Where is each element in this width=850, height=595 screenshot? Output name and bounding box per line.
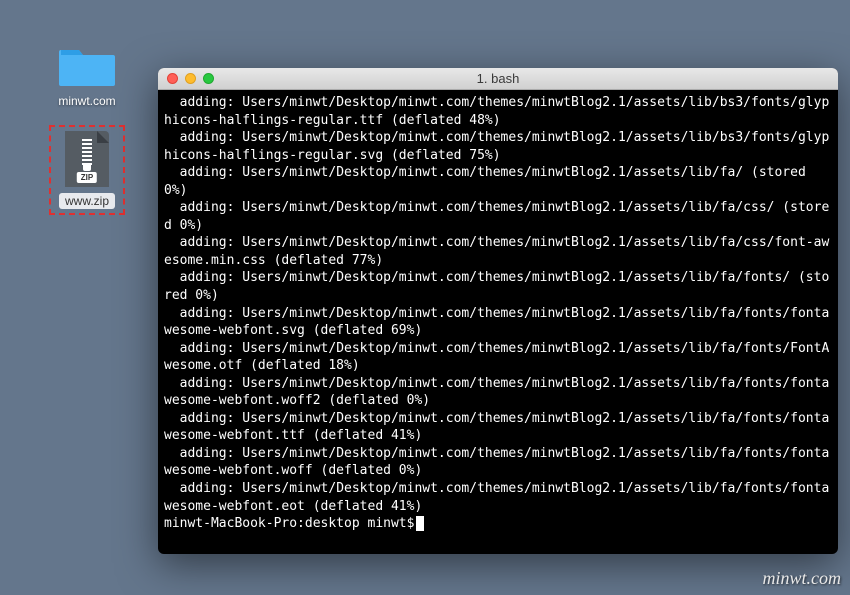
terminal-line: adding: Users/minwt/Desktop/minwt.com/th… — [164, 94, 832, 129]
terminal-output[interactable]: adding: Users/minwt/Desktop/minwt.com/th… — [158, 90, 838, 554]
zip-icon: ZIP — [65, 131, 109, 187]
terminal-line: adding: Users/minwt/Desktop/minwt.com/th… — [164, 410, 832, 445]
desktop-zip-file[interactable]: ZIP www.zip — [47, 125, 127, 215]
terminal-line: adding: Users/minwt/Desktop/minwt.com/th… — [164, 164, 832, 199]
highlight-annotation: ZIP www.zip — [49, 125, 125, 215]
terminal-line: adding: Users/minwt/Desktop/minwt.com/th… — [164, 375, 832, 410]
terminal-line: adding: Users/minwt/Desktop/minwt.com/th… — [164, 340, 832, 375]
folder-icon — [59, 42, 115, 88]
terminal-window[interactable]: 1. bash adding: Users/minwt/Desktop/minw… — [158, 68, 838, 554]
window-title: 1. bash — [158, 71, 838, 86]
zip-badge: ZIP — [77, 172, 97, 183]
terminal-line: adding: Users/minwt/Desktop/minwt.com/th… — [164, 234, 832, 269]
close-button[interactable] — [167, 73, 178, 84]
traffic-lights — [167, 73, 214, 84]
minimize-button[interactable] — [185, 73, 196, 84]
maximize-button[interactable] — [203, 73, 214, 84]
terminal-line: adding: Users/minwt/Desktop/minwt.com/th… — [164, 480, 832, 515]
terminal-line: adding: Users/minwt/Desktop/minwt.com/th… — [164, 129, 832, 164]
terminal-line: adding: Users/minwt/Desktop/minwt.com/th… — [164, 269, 832, 304]
terminal-prompt: minwt-MacBook-Pro:desktop minwt$ — [164, 515, 414, 533]
zip-label: www.zip — [59, 193, 115, 209]
terminal-line: adding: Users/minwt/Desktop/minwt.com/th… — [164, 305, 832, 340]
terminal-line: adding: Users/minwt/Desktop/minwt.com/th… — [164, 199, 832, 234]
watermark: minwt.com — [763, 568, 842, 589]
cursor-icon — [416, 516, 424, 531]
titlebar[interactable]: 1. bash — [158, 68, 838, 90]
folder-label: minwt.com — [58, 94, 115, 108]
terminal-prompt-line[interactable]: minwt-MacBook-Pro:desktop minwt$ — [164, 515, 832, 533]
desktop-folder[interactable]: minwt.com — [47, 42, 127, 108]
terminal-line: adding: Users/minwt/Desktop/minwt.com/th… — [164, 445, 832, 480]
